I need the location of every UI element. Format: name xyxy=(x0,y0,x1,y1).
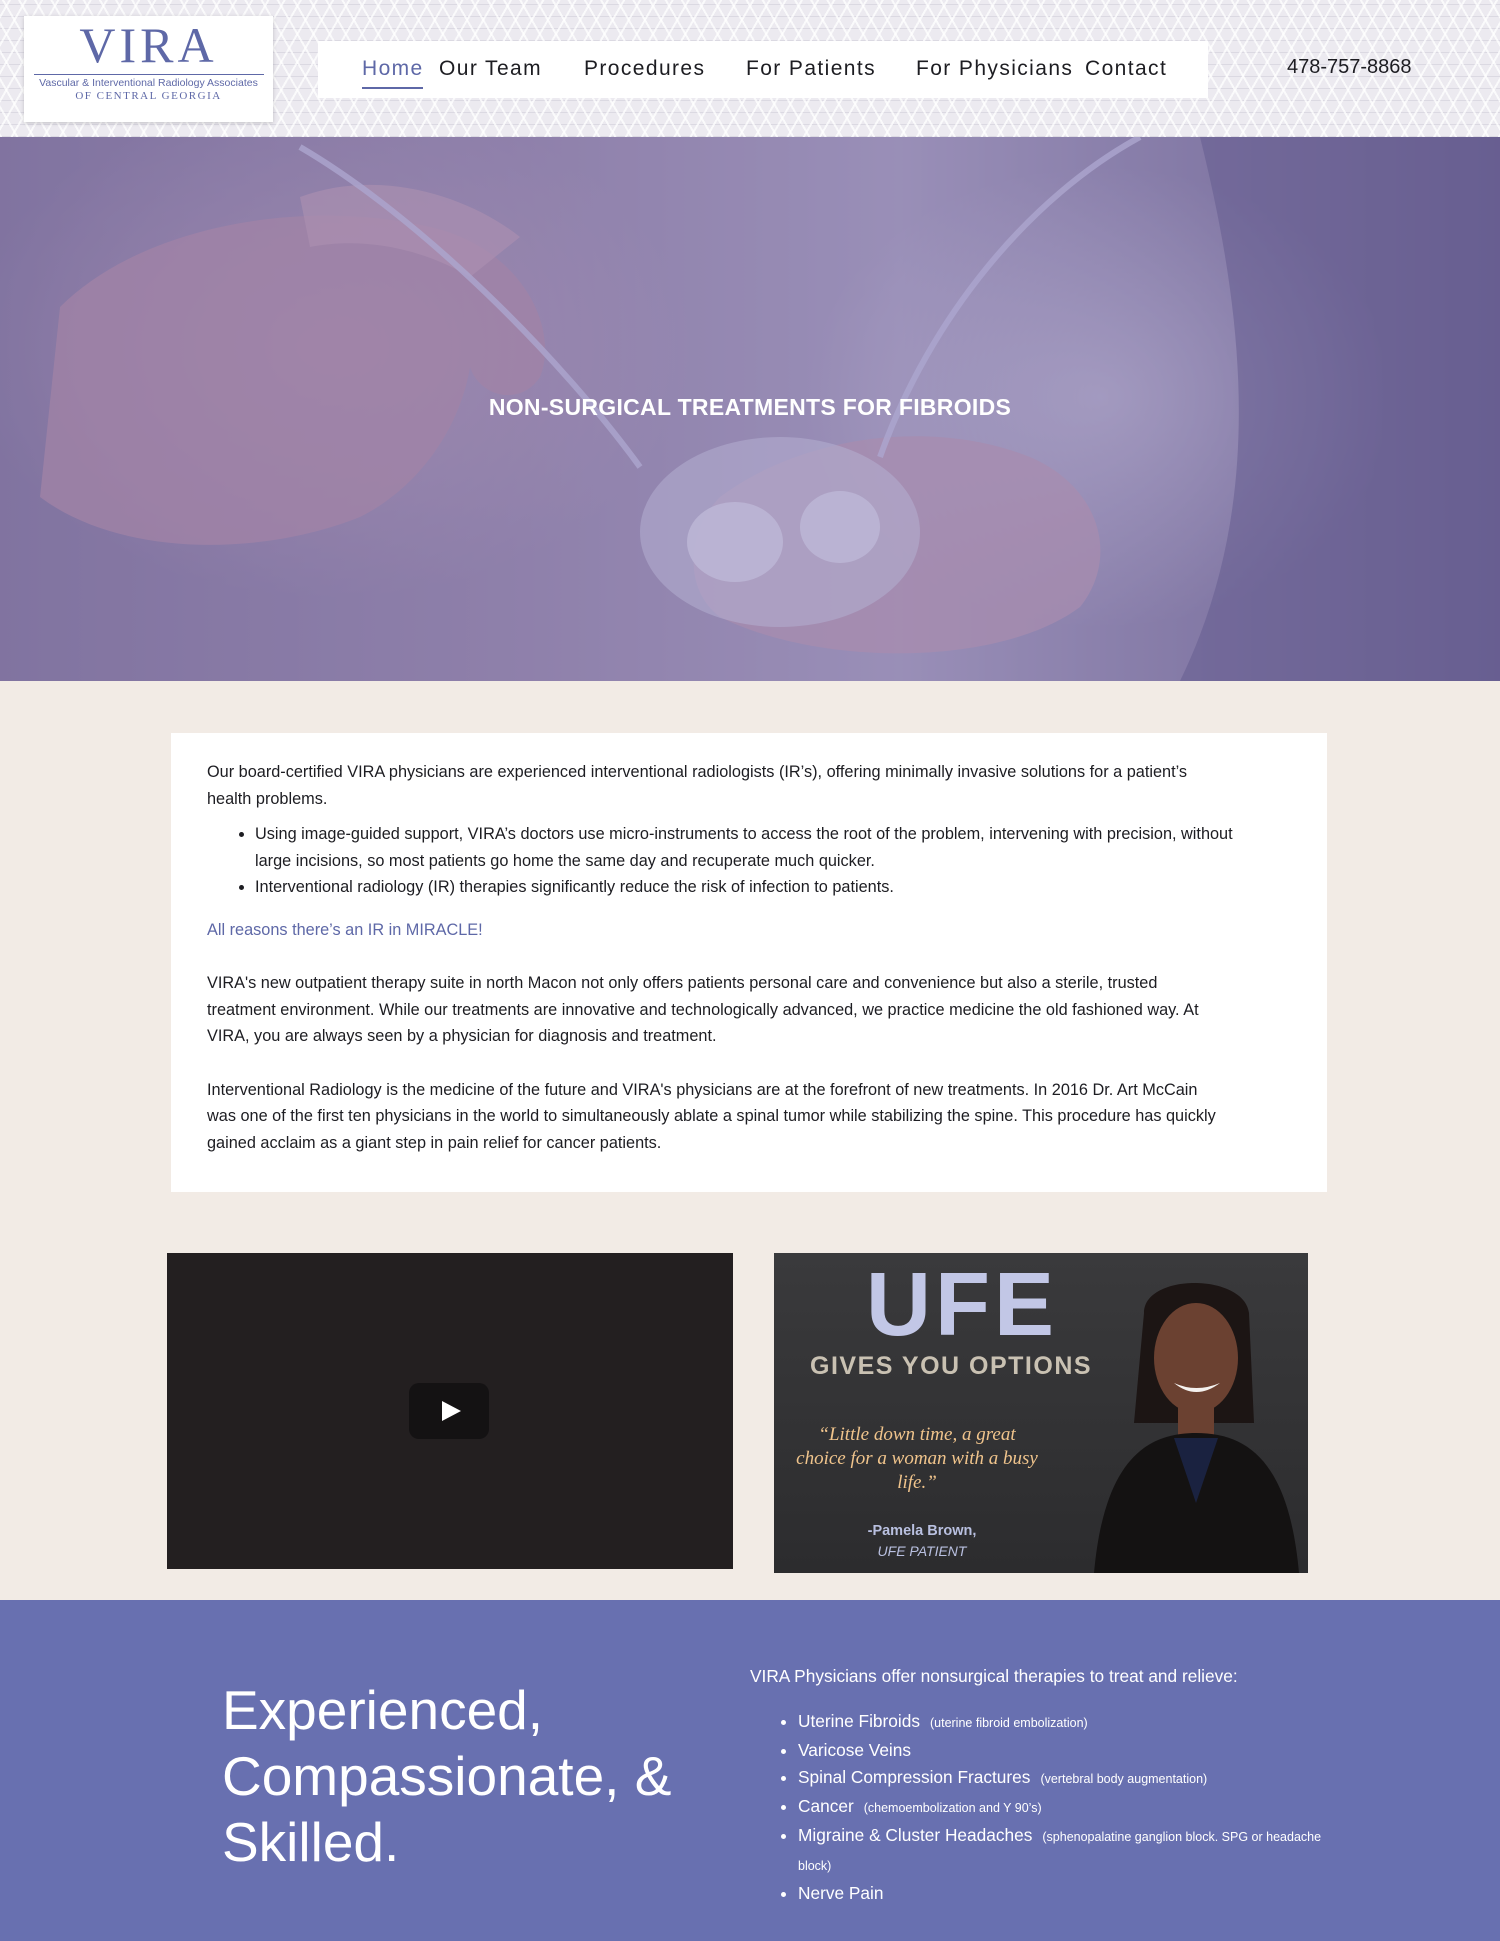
miracle-tagline: All reasons there’s an IR in MIRACLE! xyxy=(207,920,483,939)
therapy-note: (chemoembolization and Y 90’s) xyxy=(863,1801,1042,1815)
site-header: VIRA Vascular & Interventional Radiology… xyxy=(0,0,1500,137)
patient-portrait xyxy=(1094,1283,1299,1573)
nav-procedures[interactable]: Procedures xyxy=(584,55,705,83)
logo[interactable]: VIRA Vascular & Interventional Radiology… xyxy=(24,16,273,122)
therapy-name: Nerve Pain xyxy=(798,1883,884,1903)
hero-title: NON-SURGICAL TREATMENTS FOR FIBROIDS xyxy=(488,394,1012,420)
therapy-name: Migraine & Cluster Headaches xyxy=(798,1825,1033,1845)
hero-banner: NON-SURGICAL TREATMENTS FOR FIBROIDS xyxy=(0,137,1500,681)
nav-for-patients[interactable]: For Patients xyxy=(746,55,876,83)
list-item: Varicose Veins xyxy=(798,1737,1338,1764)
services-band: Experienced, Compassionate, & Skilled. V… xyxy=(0,1600,1500,1941)
tagline: Experienced, Compassionate, & Skilled. xyxy=(222,1679,672,1873)
promo-author: -Pamela Brown, xyxy=(867,1523,977,1539)
therapies-list: Uterine Fibroids (uterine fibroid emboliz… xyxy=(778,1708,1338,1907)
list-item: Cancer (chemoembolization and Y 90’s) xyxy=(798,1793,1338,1822)
logo-divider xyxy=(33,74,264,75)
play-icon xyxy=(442,1401,461,1421)
nav-our-team[interactable]: Our Team xyxy=(439,55,542,83)
list-item: Interventional radiology (IR) therapies … xyxy=(255,874,1255,901)
therapy-note: (uterine fibroid embolization) xyxy=(929,1716,1088,1730)
therapy-name: Cancer xyxy=(798,1796,854,1816)
promo-headline: UFE xyxy=(866,1255,1058,1355)
therapies-heading: VIRA Physicians offer nonsurgical therap… xyxy=(750,1666,1238,1686)
logo-name: VIRA xyxy=(79,17,218,73)
nav-contact[interactable]: Contact xyxy=(1085,55,1167,83)
intro-card: Our board-certified VIRA physicians are … xyxy=(171,733,1327,1192)
promo-author-role: UFE PATIENT xyxy=(877,1543,967,1559)
list-item: Nerve Pain xyxy=(798,1880,1338,1907)
therapy-name: Spinal Compression Fractures xyxy=(798,1767,1031,1787)
nav-home[interactable]: Home xyxy=(362,55,424,83)
intro-paragraph: Our board-certified VIRA physicians are … xyxy=(207,763,1188,808)
logo-subtitle: Vascular & Interventional Radiology Asso… xyxy=(39,77,258,89)
outpatient-paragraph: VIRA's new outpatient therapy suite in n… xyxy=(207,974,1199,1045)
ufe-promo-image: UFE GIVES YOU OPTIONS “Little down time,… xyxy=(774,1253,1308,1573)
future-paragraph: Interventional Radiology is the medicine… xyxy=(207,1080,1216,1152)
therapy-name: Uterine Fibroids xyxy=(798,1711,920,1731)
promo-quote: “Little down time, a great choice for a … xyxy=(796,1424,1038,1493)
promo-subheadline: GIVES YOU OPTIONS xyxy=(810,1352,1093,1380)
nav-active-indicator xyxy=(362,87,423,89)
play-button[interactable] xyxy=(409,1383,489,1439)
therapy-note: (vertebral body augmentation) xyxy=(1040,1772,1208,1786)
main-nav: Home Our Team Procedures For Patients Fo… xyxy=(318,41,1208,98)
benefits-list: Using image-guided support, VIRA’s docto… xyxy=(255,821,1255,901)
video-player[interactable] xyxy=(167,1253,733,1569)
list-item: Migraine & Cluster Headaches(sphenopalat… xyxy=(798,1822,1338,1880)
phone-number[interactable]: 478-757-8868 xyxy=(1287,53,1412,81)
logo-subtitle-region: OF CENTRAL GEORGIA xyxy=(75,90,222,102)
list-item: Spinal Compression Fractures (vertebral b… xyxy=(798,1764,1338,1793)
list-item: Uterine Fibroids (uterine fibroid emboliz… xyxy=(798,1708,1338,1737)
list-item: Using image-guided support, VIRA’s docto… xyxy=(255,821,1255,874)
therapy-name: Varicose Veins xyxy=(798,1740,912,1760)
nav-for-physicians[interactable]: For Physicians xyxy=(916,55,1073,83)
